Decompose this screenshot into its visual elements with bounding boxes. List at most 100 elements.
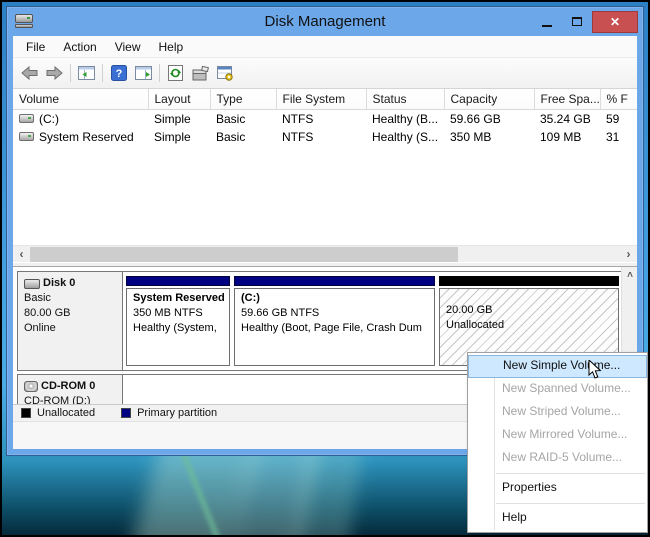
- forward-icon[interactable]: [42, 61, 67, 85]
- disk-size: 80.00 GB: [24, 307, 71, 319]
- unallocated-band: [439, 276, 619, 286]
- cell-pct-free: 59: [606, 111, 620, 126]
- menu-separator: [496, 503, 645, 504]
- menu-action[interactable]: Action: [54, 38, 105, 56]
- toolbar-separator: [159, 64, 160, 82]
- primary-partition-band: [234, 276, 435, 286]
- back-icon[interactable]: [17, 61, 42, 85]
- table-header-row: Volume Layout Type File System Status Ca…: [13, 89, 637, 110]
- col-file-system[interactable]: File System: [276, 89, 367, 110]
- menu-help[interactable]: Help: [150, 38, 193, 56]
- menu-item-new-striped-volume: New Striped Volume...: [502, 404, 621, 418]
- col-capacity[interactable]: Capacity: [444, 89, 535, 110]
- cell-capacity: 350 MB: [450, 129, 492, 144]
- primary-partition-band: [126, 276, 230, 286]
- legend-label-unallocated: Unallocated: [37, 407, 96, 419]
- cell-volume: System Reserved: [39, 129, 134, 144]
- disk0-panel[interactable]: Disk 0 Basic 80.00 GB Online: [18, 272, 123, 370]
- volume-table: Volume Layout Type File System Status Ca…: [13, 89, 637, 146]
- volume-list-pane: Volume Layout Type File System Status Ca…: [13, 89, 637, 245]
- partition-title: System Reserved: [133, 292, 225, 304]
- partition-system-reserved[interactable]: System Reserved 350 MB NTFS Healthy (Sys…: [126, 276, 230, 366]
- unallocated-swatch: [21, 408, 31, 418]
- scroll-right-icon[interactable]: ›: [620, 246, 637, 263]
- help-icon[interactable]: ?: [106, 61, 131, 85]
- toolbar: ?: [13, 58, 637, 89]
- cell-free-space: 109 MB: [540, 129, 582, 144]
- partition-status: Healthy (System,: [133, 322, 217, 334]
- menu-view[interactable]: View: [106, 38, 150, 56]
- cell-status: Healthy (B...: [372, 111, 439, 126]
- scroll-up-icon[interactable]: ˄: [622, 267, 637, 283]
- col-pct-free[interactable]: % F: [600, 89, 637, 110]
- scroll-left-icon[interactable]: ‹: [13, 246, 30, 263]
- disk-status: Online: [24, 322, 56, 334]
- horizontal-scrollbar[interactable]: ‹ ›: [13, 245, 637, 262]
- scrollbar-thumb[interactable]: [30, 246, 458, 262]
- menu-separator: [496, 473, 645, 474]
- disk-type: Basic: [24, 292, 51, 304]
- maximize-button[interactable]: [562, 11, 592, 33]
- app-icon: [15, 14, 33, 29]
- legend-label-primary: Primary partition: [137, 407, 218, 419]
- manage-icon[interactable]: [213, 61, 238, 85]
- action-pane-icon[interactable]: [131, 61, 156, 85]
- maximize-icon: [572, 17, 582, 26]
- col-volume[interactable]: Volume: [13, 89, 149, 110]
- col-type[interactable]: Type: [210, 89, 277, 110]
- partition-c-drive[interactable]: (C:) 59.66 GB NTFS Healthy (Boot, Page F…: [234, 276, 435, 366]
- cell-pct-free: 31: [606, 129, 620, 144]
- cell-file-system: NTFS: [282, 129, 314, 144]
- mouse-cursor: [588, 358, 603, 386]
- menu-item-new-simple-volume[interactable]: New Simple Volume...: [468, 355, 647, 378]
- refresh-icon[interactable]: [163, 61, 188, 85]
- cell-status: Healthy (S...: [372, 129, 439, 144]
- cell-type: Basic: [216, 129, 246, 144]
- cdrom-icon: [24, 381, 38, 392]
- toolbar-separator: [102, 64, 103, 82]
- cell-layout: Simple: [154, 129, 191, 144]
- partition-size: 350 MB NTFS: [133, 307, 203, 319]
- minimize-icon: [542, 24, 552, 27]
- title-bar[interactable]: Disk Management ✕: [7, 7, 643, 36]
- properties-icon[interactable]: [188, 61, 213, 85]
- cell-layout: Simple: [154, 111, 191, 126]
- partition-status: Unallocated: [446, 319, 505, 331]
- col-free-space[interactable]: Free Spa...: [534, 89, 601, 110]
- minimize-button[interactable]: [532, 11, 562, 33]
- partition-title: (C:): [241, 292, 260, 304]
- disk-name: Disk 0: [43, 277, 76, 289]
- col-layout[interactable]: Layout: [148, 89, 211, 110]
- volume-icon: [19, 132, 34, 141]
- menu-item-help[interactable]: Help: [468, 507, 647, 530]
- context-menu: New Simple Volume... New Spanned Volume.…: [467, 352, 648, 533]
- primary-partition-swatch: [121, 408, 132, 418]
- toolbar-separator: [70, 64, 71, 82]
- disk-type: CD-ROM (D:): [24, 395, 91, 404]
- cell-capacity: 59.66 GB: [450, 111, 501, 126]
- table-row[interactable]: System Reserved Simple Basic NTFS Health…: [13, 128, 637, 146]
- svg-text:?: ?: [115, 68, 122, 80]
- partition-size: 59.66 GB NTFS: [241, 307, 320, 319]
- menu-bar: File Action View Help: [13, 36, 637, 58]
- disk-name: CD-ROM 0: [41, 380, 96, 392]
- menu-item-new-mirrored-volume: New Mirrored Volume...: [502, 427, 628, 441]
- partition-size: 20.00 GB: [446, 304, 493, 316]
- console-tree-icon[interactable]: [74, 61, 99, 85]
- table-row[interactable]: (C:) Simple Basic NTFS Healthy (B... 59.…: [13, 109, 637, 128]
- cdrom-panel[interactable]: CD-ROM 0 CD-ROM (D:): [18, 375, 123, 404]
- close-icon: ✕: [609, 14, 621, 29]
- disk-icon: [24, 278, 40, 289]
- menu-item-new-spanned-volume: New Spanned Volume...: [502, 381, 631, 395]
- col-status[interactable]: Status: [366, 89, 445, 110]
- volume-icon: [19, 114, 34, 123]
- menu-item-new-raid5-volume: New RAID-5 Volume...: [502, 450, 623, 464]
- cell-volume: (C:): [39, 111, 59, 126]
- cell-type: Basic: [216, 111, 246, 126]
- cell-file-system: NTFS: [282, 111, 314, 126]
- cell-free-space: 35.24 GB: [540, 111, 591, 126]
- menu-item-properties[interactable]: Properties: [468, 477, 647, 500]
- menu-file[interactable]: File: [17, 38, 54, 56]
- partition-status: Healthy (Boot, Page File, Crash Dum: [241, 322, 422, 334]
- close-button[interactable]: ✕: [592, 10, 638, 33]
